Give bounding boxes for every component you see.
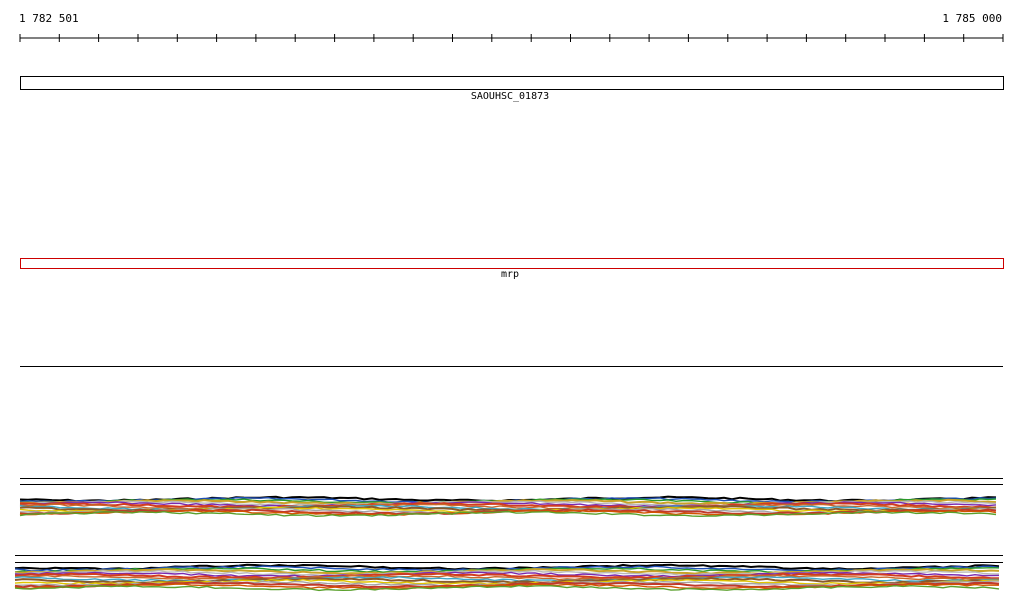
gene-label-mrp: mrp bbox=[500, 269, 520, 280]
position-ruler bbox=[19, 34, 1004, 42]
coverage-track-1 bbox=[19, 495, 997, 518]
gene-feature-mrp[interactable] bbox=[20, 258, 1004, 269]
gene-label-saouhsc-01873: SAOUHSC_01873 bbox=[470, 91, 550, 102]
gene-feature-saouhsc-01873[interactable] bbox=[20, 76, 1004, 90]
coverage-track-2 bbox=[14, 563, 1000, 592]
coverage-trace bbox=[14, 584, 1000, 592]
coverage-trace bbox=[19, 510, 997, 518]
